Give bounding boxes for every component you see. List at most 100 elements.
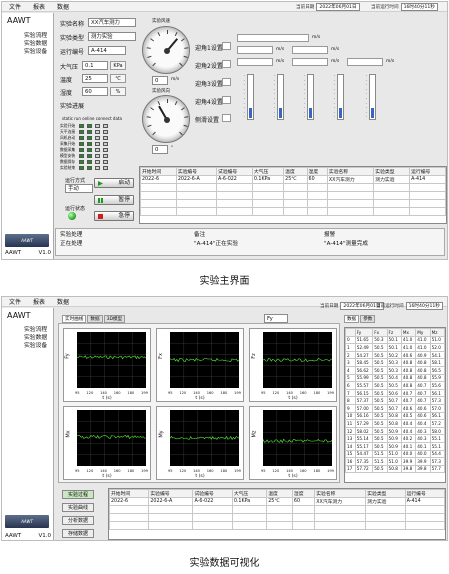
menu-report-2[interactable]: 报表 bbox=[33, 297, 45, 306]
check-dot[interactable] bbox=[87, 166, 92, 170]
angle1-input[interactable] bbox=[222, 42, 231, 50]
check-dot[interactable] bbox=[79, 136, 84, 140]
check-dot[interactable] bbox=[79, 166, 84, 170]
table-row[interactable]: 16 57.35 51.5 51.0 39.9 39.9 57.3 bbox=[345, 457, 445, 466]
exp-type-field[interactable]: 测力实验 bbox=[88, 32, 136, 41]
column-header[interactable]: 运行编号 bbox=[409, 167, 446, 176]
column-header[interactable]: Mz bbox=[429, 328, 445, 337]
check-dot[interactable] bbox=[103, 124, 108, 128]
temp-field[interactable]: 25 bbox=[82, 74, 108, 83]
table-row[interactable]: 8 57.37 50.5 50.7 40.7 40.7 57.3 bbox=[345, 396, 445, 405]
check-dot[interactable] bbox=[87, 130, 92, 134]
check-dot[interactable] bbox=[103, 136, 108, 140]
table-row[interactable]: 1 52.49 50.5 50.1 41.0 41.0 52.0 bbox=[345, 343, 445, 352]
slide-input[interactable] bbox=[222, 114, 231, 122]
check-dot[interactable] bbox=[79, 154, 84, 158]
view-button-3[interactable]: 存储数据 bbox=[62, 529, 94, 538]
column-header[interactable]: 湿度 bbox=[306, 167, 328, 176]
tab-data[interactable]: 数据 bbox=[87, 315, 103, 323]
tab-3d[interactable]: 3D模型 bbox=[103, 315, 126, 323]
run-id-field[interactable]: A-414 bbox=[88, 46, 126, 55]
column-header[interactable]: 实验类型 bbox=[373, 167, 411, 176]
check-dot[interactable] bbox=[87, 148, 92, 152]
wind-speed-value[interactable]: 0 bbox=[152, 76, 168, 85]
check-dot[interactable] bbox=[87, 142, 92, 146]
table-row[interactable]: 6 55.57 50.5 50.5 40.8 40.7 55.6 bbox=[345, 381, 445, 390]
column-header[interactable]: 开始时间 bbox=[140, 167, 177, 176]
column-header[interactable]: Fz bbox=[386, 328, 402, 337]
column-header[interactable]: 温度 bbox=[283, 167, 308, 176]
table-row[interactable]: 5 55.99 50.5 50.4 40.8 40.8 55.9 bbox=[345, 373, 445, 383]
check-dot[interactable] bbox=[79, 142, 84, 146]
menu-file[interactable]: 文件 bbox=[9, 2, 21, 11]
column-header[interactable]: 实验名称 bbox=[326, 167, 375, 176]
tab-right-params[interactable]: 参数 bbox=[360, 315, 376, 323]
menu-data[interactable]: 数据 bbox=[57, 2, 69, 11]
view-button-2[interactable]: 分析数据 bbox=[62, 516, 94, 525]
check-dot[interactable] bbox=[103, 154, 108, 158]
check-dot[interactable] bbox=[79, 130, 84, 134]
check-dot[interactable] bbox=[95, 130, 100, 134]
column-header[interactable]: 运行编号 bbox=[404, 489, 445, 498]
column-header[interactable]: My bbox=[415, 328, 431, 337]
pressure-field[interactable]: 0.1 bbox=[82, 61, 108, 70]
column-header[interactable]: 大气压 bbox=[251, 167, 285, 176]
column-header[interactable]: 实验编号 bbox=[148, 489, 194, 498]
menu-report[interactable]: 报表 bbox=[33, 2, 45, 11]
exp-name-field[interactable]: XX汽车测力 bbox=[88, 18, 136, 27]
check-dot[interactable] bbox=[95, 160, 100, 164]
table-row[interactable]: 2022-6 2022-6-A A-6-022 0.1KPa 25℃ 60 XX汽车测力 测力… bbox=[109, 497, 445, 506]
table-row[interactable]: 0 51.65 50.3 50.1 41.0 41.0 51.0 bbox=[345, 335, 445, 345]
table-row[interactable]: 2022-6 2022-6-A A-6-022 0.1KPa 25℃ 60 XX汽车测力 测力… bbox=[140, 175, 446, 184]
angle4-input[interactable] bbox=[222, 96, 231, 104]
check-dot[interactable] bbox=[103, 148, 108, 152]
column-header[interactable]: Fx bbox=[372, 328, 388, 337]
pause-button[interactable]: 暂停 bbox=[94, 195, 134, 205]
column-header[interactable]: 湿度 bbox=[291, 489, 316, 498]
tab-right-data[interactable]: 数据 bbox=[344, 315, 360, 323]
column-header[interactable]: 温度 bbox=[266, 489, 293, 498]
check-dot[interactable] bbox=[95, 154, 100, 158]
column-header[interactable]: 实验编号 bbox=[175, 167, 218, 176]
table-row[interactable]: 7 56.15 50.5 50.6 40.7 40.7 56.1 bbox=[345, 388, 445, 398]
tab-realtime[interactable]: 实时曲线 bbox=[62, 315, 87, 323]
wind-direction-value[interactable]: 0 bbox=[152, 145, 168, 154]
check-dot[interactable] bbox=[103, 130, 108, 134]
tree-root-2[interactable]: AAWT bbox=[7, 311, 31, 320]
column-header[interactable]: 大气压 bbox=[231, 489, 268, 498]
check-dot[interactable] bbox=[103, 142, 108, 146]
table-row[interactable]: 2 54.27 50.5 50.2 40.6 40.9 54.1 bbox=[345, 350, 445, 360]
check-dot[interactable] bbox=[103, 166, 108, 170]
table-row[interactable]: 13 55.14 50.5 50.9 40.2 40.3 55.1 bbox=[345, 434, 445, 443]
column-header[interactable]: 开始时间 bbox=[109, 489, 150, 498]
check-dot[interactable] bbox=[87, 160, 92, 164]
start-button[interactable]: 启动 bbox=[94, 178, 134, 188]
angle2-input[interactable] bbox=[222, 60, 231, 68]
check-dot[interactable] bbox=[87, 136, 92, 140]
view-button-1[interactable]: 实验曲线 bbox=[62, 503, 94, 512]
table-row[interactable]: 4 56.62 50.5 50.3 40.8 40.8 56.5 bbox=[345, 365, 445, 375]
channel-search[interactable]: Fy bbox=[264, 314, 288, 323]
tree-item-device-2[interactable]: 实验设备 bbox=[24, 340, 47, 349]
stop-button[interactable]: 急停 bbox=[94, 211, 134, 221]
table-row[interactable]: 14 55.17 50.5 50.9 40.1 40.1 55.1 bbox=[345, 441, 445, 451]
check-dot[interactable] bbox=[87, 124, 92, 128]
check-dot[interactable] bbox=[95, 142, 100, 146]
angle3-input[interactable] bbox=[222, 78, 231, 86]
column-header[interactable]: 试验编号 bbox=[216, 167, 253, 176]
run-mode-select[interactable]: 手动 bbox=[65, 184, 93, 193]
table-row[interactable]: 17 57.72 50.5 50.8 39.8 39.8 57.7 bbox=[345, 464, 445, 474]
column-header[interactable]: 试验编号 bbox=[192, 489, 233, 498]
table-row[interactable]: 9 57.00 50.5 50.7 40.6 40.6 57.0 bbox=[345, 403, 445, 413]
check-dot[interactable] bbox=[95, 148, 100, 152]
menu-data-2[interactable]: 数据 bbox=[57, 297, 69, 306]
column-header[interactable]: Mx bbox=[400, 328, 417, 337]
table-row[interactable]: 12 58.02 50.5 50.9 40.4 40.3 58.0 bbox=[345, 426, 445, 436]
table-row[interactable]: 11 57.29 50.5 50.8 40.4 40.4 57.2 bbox=[345, 419, 445, 428]
column-header[interactable]: 实验类型 bbox=[365, 489, 406, 498]
check-dot[interactable] bbox=[103, 160, 108, 164]
check-dot[interactable] bbox=[95, 166, 100, 170]
check-dot[interactable] bbox=[79, 160, 84, 164]
check-dot[interactable] bbox=[79, 148, 84, 152]
tree-root[interactable]: AAWT bbox=[7, 16, 31, 25]
